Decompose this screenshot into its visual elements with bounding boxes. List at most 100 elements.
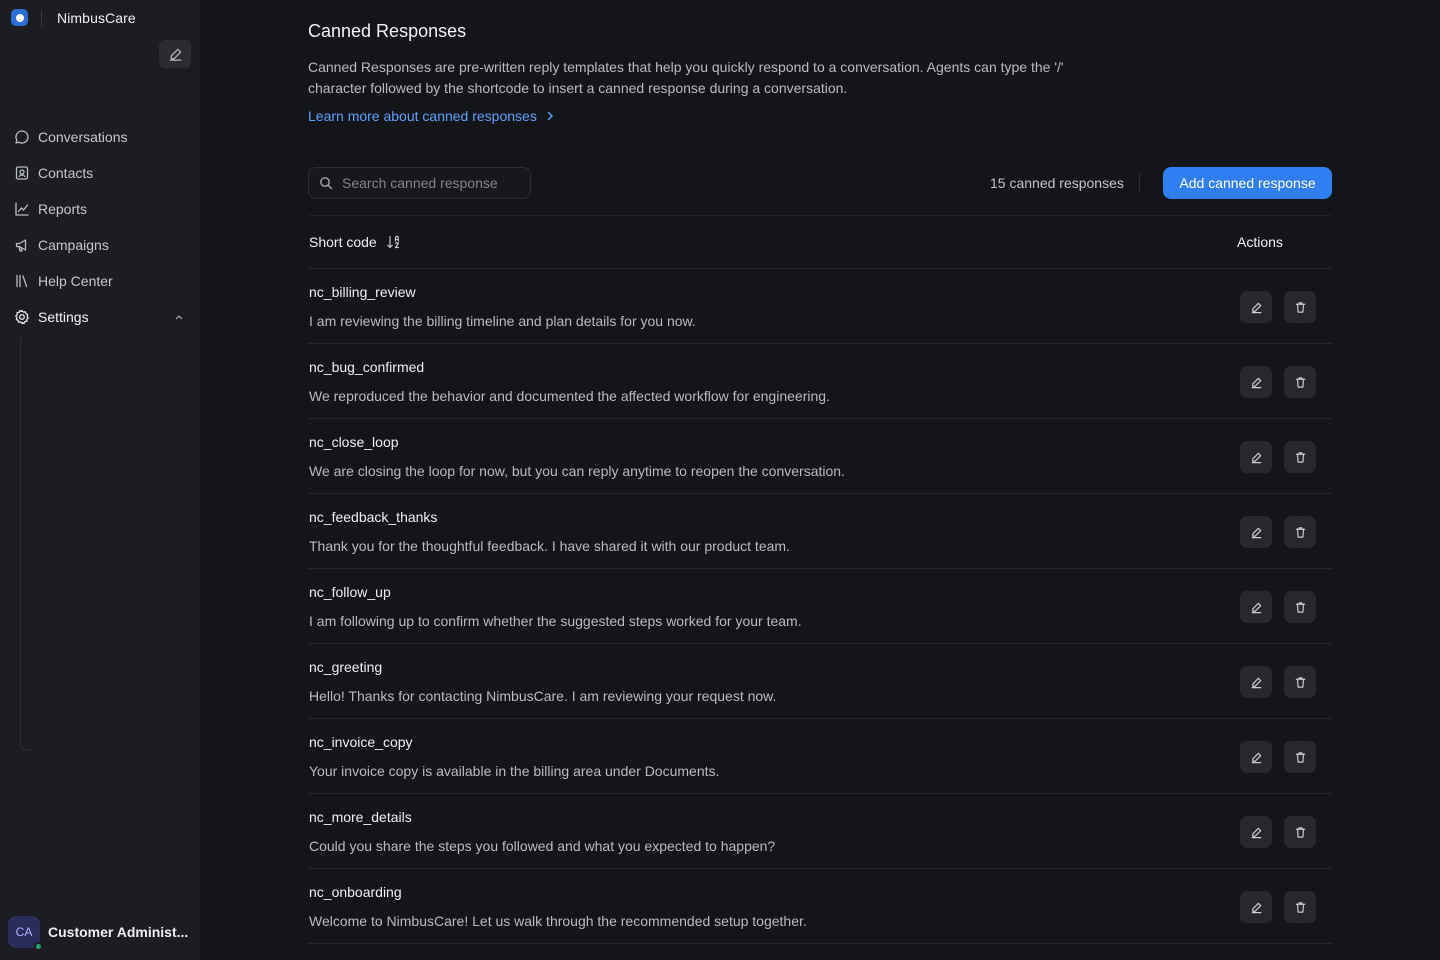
brand-name[interactable]: NimbusCare [57,10,136,26]
table-row: nc_greeting Hello! Thanks for contacting… [308,644,1332,719]
online-status-dot [34,942,43,951]
sidebar-item-campaigns[interactable]: Campaigns [0,227,200,263]
search-box[interactable] [308,167,531,199]
content-cell: We are closing the loop for now, but you… [309,463,845,479]
sidebar-item-settings[interactable]: Settings [0,299,200,335]
table-row: nc_close_loop We are closing the loop fo… [308,419,1332,494]
trash-icon [1295,826,1305,838]
delete-button[interactable] [1284,666,1316,698]
edit-button[interactable] [1240,741,1272,773]
brand-logo-icon [11,9,28,26]
table-row: nc_onboarding Welcome to NimbusCare! Let… [308,869,1332,944]
edit-button[interactable] [1240,291,1272,323]
delete-button[interactable] [1284,441,1316,473]
page-description: Canned Responses are pre-written reply t… [308,59,1064,96]
short-code-cell: nc_invoice_copy [309,734,413,750]
sidebar-item-label: Help Center [38,273,113,289]
pencil-icon [1251,677,1261,688]
edit-button[interactable] [1240,891,1272,923]
edit-button[interactable] [1240,591,1272,623]
short-code-cell: nc_more_details [309,809,412,825]
sidebar-item-conversations[interactable]: Conversations [0,119,200,155]
sidebar-nav: Conversations Contacts Reports Campaigns [0,119,200,335]
library-icon [14,273,30,289]
short-code-header[interactable]: Short code [309,234,402,250]
canned-responses-table: Short code Actions nc_billing_review I a… [308,215,1332,944]
pencil-icon [1251,377,1261,388]
trash-icon [1295,301,1305,313]
contact-card-icon [14,165,30,181]
trash-icon [1295,901,1305,913]
sidebar-item-label: Conversations [38,129,128,145]
table-row: nc_billing_review I am reviewing the bil… [308,269,1332,344]
app-root: NimbusCare Conversations Contacts Report… [0,0,1440,960]
edit-button[interactable] [1240,366,1272,398]
content-cell: Could you share the steps you followed a… [309,838,776,854]
trash-icon [1295,751,1305,763]
avatar-initials: CA [15,925,33,939]
actions-header: Actions [1237,234,1283,250]
pencil-icon [1251,602,1261,613]
table-row: nc_invoice_copy Your invoice copy is ava… [308,719,1332,794]
delete-button[interactable] [1284,591,1316,623]
content-cell: We reproduced the behavior and documente… [309,388,830,404]
settings-submenu-guide [20,338,30,750]
edit-button[interactable] [1240,441,1272,473]
short-code-cell: nc_greeting [309,659,383,675]
page-title: Canned Responses [308,21,467,41]
avatar[interactable]: CA [8,916,43,951]
sidebar-item-help-center[interactable]: Help Center [0,263,200,299]
sidebar: NimbusCare Conversations Contacts Report… [0,0,200,960]
sidebar-item-label: Settings [38,309,89,325]
short-code-cell: nc_feedback_thanks [309,509,438,525]
chevron-up-icon[interactable] [174,309,184,325]
search-input[interactable] [342,175,522,191]
pencil-icon [1251,527,1261,538]
add-canned-response-button[interactable]: Add canned response [1163,167,1332,199]
learn-more-label: Learn more about canned responses [308,108,537,124]
search-icon [320,177,333,190]
sidebar-item-label: Contacts [38,165,94,181]
edit-button[interactable] [1240,666,1272,698]
delete-button[interactable] [1284,741,1316,773]
trash-icon [1295,376,1305,388]
sort-az-icon[interactable] [386,234,402,250]
trash-icon [1295,451,1305,463]
pencil-icon [1251,452,1261,463]
learn-more-link[interactable]: Learn more about canned responses [308,108,555,124]
trash-icon [1295,526,1305,538]
edit-button[interactable] [1240,816,1272,848]
delete-button[interactable] [1284,516,1316,548]
sidebar-item-reports[interactable]: Reports [0,191,200,227]
pencil-icon [1251,827,1261,838]
short-code-cell: nc_onboarding [309,884,402,900]
compose-button[interactable] [159,40,191,68]
line-chart-icon [14,201,30,217]
short-code-cell: nc_follow_up [309,584,391,600]
toolbar-divider [1139,173,1140,193]
trash-icon [1295,676,1305,688]
gear-icon [14,309,30,325]
short-code-cell: nc_close_loop [309,434,399,450]
delete-button[interactable] [1284,291,1316,323]
pencil-icon [1251,302,1261,313]
table-row: nc_bug_confirmed We reproduced the behav… [308,344,1332,419]
content-cell: I am following up to confirm whether the… [309,613,802,629]
sidebar-item-contacts[interactable]: Contacts [0,155,200,191]
table-row: nc_feedback_thanks Thank you for the tho… [308,494,1332,569]
chat-bubble-icon [14,129,30,145]
table-body: nc_billing_review I am reviewing the bil… [308,269,1332,944]
edit-button[interactable] [1240,516,1272,548]
delete-button[interactable] [1284,816,1316,848]
table-header: Short code Actions [308,215,1332,269]
delete-button[interactable] [1284,891,1316,923]
brand-divider [41,9,42,26]
short-code-cell: nc_billing_review [309,284,416,300]
user-profile[interactable]: CA Customer Administ... [8,916,188,951]
chevron-right-icon [545,111,555,121]
pencil-square-icon [169,48,181,61]
trash-icon [1295,601,1305,613]
main-content: Canned Responses Canned Responses are pr… [200,0,1440,960]
delete-button[interactable] [1284,366,1316,398]
table-row: nc_follow_up I am following up to confir… [308,569,1332,644]
